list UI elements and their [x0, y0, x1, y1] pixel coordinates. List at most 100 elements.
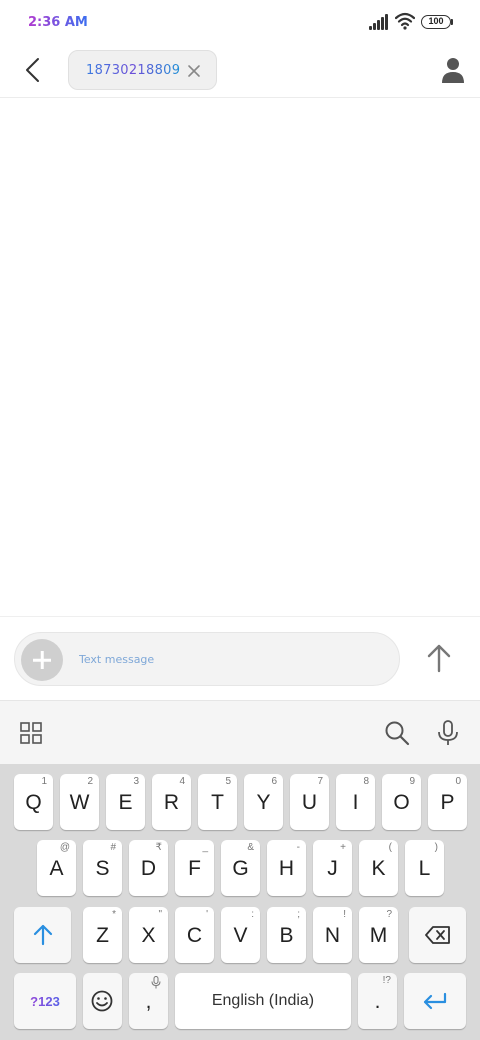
symbols-key[interactable]: ?123: [14, 973, 76, 1029]
period-key-hint: !?: [382, 975, 391, 986]
microphone-icon[interactable]: [437, 720, 459, 746]
period-key[interactable]: !? .: [358, 973, 397, 1029]
key-w[interactable]: 2W: [60, 774, 99, 830]
apps-grid-icon[interactable]: [20, 722, 42, 744]
key-q[interactable]: 1Q: [14, 774, 53, 830]
key-label: I: [352, 791, 359, 814]
key-f[interactable]: _ F: [175, 840, 214, 896]
key-label: P: [440, 791, 455, 814]
key-v[interactable]: :V: [221, 907, 260, 963]
status-bar: 2:36 AM 100: [0, 0, 480, 44]
enter-arrow-icon: [423, 992, 447, 1010]
keyboard-toolbar: [0, 700, 480, 764]
key-label: V: [233, 924, 248, 947]
key-label: A: [49, 857, 64, 880]
key-hint: 1: [41, 776, 47, 787]
key-e[interactable]: 3E: [106, 774, 145, 830]
key-hint: &: [247, 842, 254, 853]
key-d[interactable]: ₹ D: [129, 840, 168, 896]
key-label: Q: [25, 791, 42, 814]
key-label: R: [163, 791, 180, 814]
key-hint: _: [202, 842, 208, 853]
key-hint: *: [112, 909, 116, 920]
space-key[interactable]: English (India): [175, 973, 351, 1029]
status-time: 2:36 AM: [28, 15, 88, 30]
key-l[interactable]: ) L: [405, 840, 444, 896]
recipient-chip[interactable]: 18730218809: [68, 50, 217, 90]
key-k[interactable]: (K: [359, 840, 398, 896]
comma-key-label: ,: [145, 990, 152, 1013]
shift-arrow-icon: [33, 924, 53, 946]
key-label: S: [95, 857, 110, 880]
key-p[interactable]: 0P: [428, 774, 467, 830]
key-o[interactable]: 9O: [382, 774, 421, 830]
back-arrow-icon[interactable]: [20, 56, 48, 84]
comma-key[interactable]: ,: [129, 973, 168, 1029]
backspace-key[interactable]: [409, 907, 466, 963]
symbols-key-label: ?123: [14, 994, 76, 1009]
period-key-label: .: [374, 990, 381, 1013]
key-hint: +: [340, 842, 346, 853]
key-hint: ₹: [155, 842, 162, 853]
key-s[interactable]: # S: [83, 840, 122, 896]
key-label: G: [232, 857, 249, 880]
battery-icon: 100: [421, 15, 451, 29]
key-label: Z: [96, 924, 109, 947]
key-hint: #: [110, 842, 116, 853]
key-hint: (: [388, 842, 392, 853]
space-key-label: English (India): [211, 992, 315, 1009]
send-arrow-icon[interactable]: [424, 641, 454, 675]
key-hint: -: [296, 842, 300, 853]
key-hint: 4: [179, 776, 185, 787]
key-label: E: [118, 791, 133, 814]
key-hint: 5: [225, 776, 231, 787]
key-hint: 7: [317, 776, 323, 787]
key-label: D: [140, 857, 157, 880]
key-z[interactable]: * Z: [83, 907, 122, 963]
message-input[interactable]: [79, 633, 379, 685]
add-attachment-button[interactable]: [21, 639, 63, 681]
key-label: X: [141, 924, 156, 947]
key-hint: 2: [87, 776, 93, 787]
key-hint: 3: [133, 776, 139, 787]
contact-icon[interactable]: [441, 56, 465, 84]
search-icon[interactable]: [384, 720, 410, 746]
key-label: M: [369, 924, 388, 947]
key-r[interactable]: 4R: [152, 774, 191, 830]
key-a[interactable]: @ A: [37, 840, 76, 896]
key-h[interactable]: -H: [267, 840, 306, 896]
key-label: K: [371, 857, 386, 880]
voice-input-hint-icon: [151, 976, 161, 989]
key-n[interactable]: ! N: [313, 907, 352, 963]
key-y[interactable]: 6Y: [244, 774, 283, 830]
key-hint: 8: [363, 776, 369, 787]
key-u[interactable]: 7U: [290, 774, 329, 830]
message-list: [0, 99, 480, 616]
key-label: N: [324, 924, 341, 947]
key-c[interactable]: ' C: [175, 907, 214, 963]
battery-tip: [451, 19, 453, 25]
enter-key[interactable]: [404, 973, 466, 1029]
key-j[interactable]: + J: [313, 840, 352, 896]
key-t[interactable]: 5T: [198, 774, 237, 830]
key-x[interactable]: " X: [129, 907, 168, 963]
key-label: B: [279, 924, 294, 947]
key-label: T: [211, 791, 224, 814]
key-hint: 9: [409, 776, 415, 787]
key-b[interactable]: ; B: [267, 907, 306, 963]
key-i[interactable]: 8I: [336, 774, 375, 830]
shift-key[interactable]: [14, 907, 71, 963]
key-label: L: [418, 857, 431, 880]
key-label: C: [186, 924, 203, 947]
key-label: Y: [256, 791, 271, 814]
key-hint: ?: [386, 909, 392, 920]
emoji-key[interactable]: [83, 973, 122, 1029]
key-g[interactable]: & G: [221, 840, 260, 896]
key-label: O: [393, 791, 410, 814]
close-icon[interactable]: [184, 61, 204, 81]
key-hint: ": [158, 909, 162, 920]
backspace-icon: [425, 926, 450, 944]
key-m[interactable]: ? M: [359, 907, 398, 963]
key-label: H: [278, 857, 295, 880]
conversation-header: 18730218809: [0, 44, 480, 98]
